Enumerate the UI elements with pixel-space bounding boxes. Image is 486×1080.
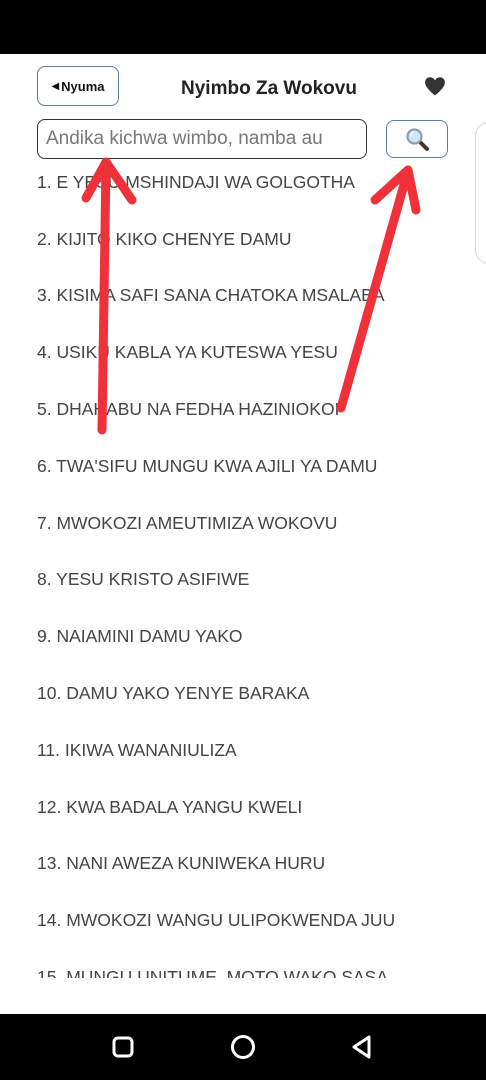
list-item[interactable]: 4. USIKU KABLA YA KUTESWA YESU xyxy=(37,324,467,381)
page-title: Nyimbo Za Wokovu xyxy=(181,78,357,99)
status-bar xyxy=(0,0,486,54)
list-item[interactable]: 3. KISIMA SAFI SANA CHATOKA MSALABA xyxy=(37,268,467,325)
list-item[interactable]: 9. NAIAMINI DAMU YAKO xyxy=(37,608,467,665)
list-item[interactable]: 12. KWA BADALA YANGU KWELI xyxy=(37,779,467,836)
search-button[interactable] xyxy=(386,120,448,158)
list-item[interactable]: 14. MWOKOZI WANGU ULIPOKWENDA JUU xyxy=(37,892,467,949)
back-button-label: Nyuma xyxy=(61,78,105,94)
list-item[interactable]: 11. IKIWA WANANIULIZA xyxy=(37,722,467,779)
list-item[interactable]: 15. MUNGU UNITUME, MOTO WAKO SASA xyxy=(37,949,467,978)
heart-icon[interactable] xyxy=(423,74,447,98)
app-screen: ◀ Nyuma Nyimbo Za Wokovu 1. E YESU MSHIN… xyxy=(0,54,486,1014)
list-item[interactable]: 7. MWOKOZI AMEUTIMIZA WOKOVU xyxy=(37,495,467,552)
list-item[interactable]: 6. TWA'SIFU MUNGU KWA AJILI YA DAMU xyxy=(37,438,467,495)
song-list: 1. E YESU MSHINDAJI WA GOLGOTHA 2. KIJIT… xyxy=(37,154,467,978)
list-item[interactable]: 10. DAMU YAKO YENYE BARAKA xyxy=(37,665,467,722)
back-triangle-icon[interactable] xyxy=(347,1032,377,1062)
navigation-bar xyxy=(0,1014,486,1080)
list-item[interactable]: 5. DHAHABU NA FEDHA HAZINIOKOI xyxy=(37,381,467,438)
back-button[interactable]: ◀ Nyuma xyxy=(37,66,119,106)
list-item[interactable]: 1. E YESU MSHINDAJI WA GOLGOTHA xyxy=(37,154,467,211)
back-arrow-icon: ◀ xyxy=(51,80,60,92)
search-input[interactable] xyxy=(37,119,367,159)
home-circle-icon[interactable] xyxy=(228,1032,258,1062)
search-icon xyxy=(406,128,429,151)
list-item[interactable]: 13. NANI AWEZA KUNIWEKA HURU xyxy=(37,836,467,893)
recents-square-icon[interactable] xyxy=(108,1032,138,1062)
list-item[interactable]: 8. YESU KRISTO ASIFIWE xyxy=(37,552,467,609)
side-drawer-handle[interactable] xyxy=(475,122,486,264)
list-item[interactable]: 2. KIJITO KIKO CHENYE DAMU xyxy=(37,211,467,268)
